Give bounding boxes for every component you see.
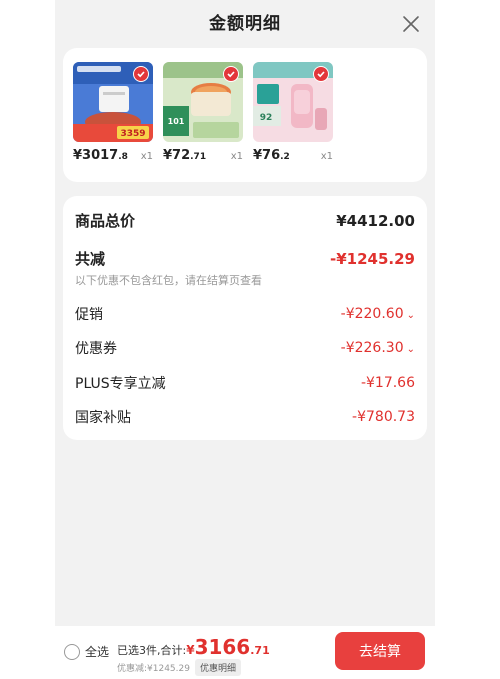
plus-discount-value: -¥17.66 (360, 375, 415, 391)
promo-value: -¥220.60 ⌄ (340, 306, 415, 322)
promo-row[interactable]: 促销 -¥220.60 ⌄ (75, 304, 415, 324)
price-summary-card: 商品总价 ¥4412.00 共减 -¥1245.29 以下优惠不包含红包，请在结… (63, 196, 427, 440)
goods-total-row: 商品总价 ¥4412.00 (75, 210, 415, 231)
product-quantity: x1 (230, 151, 243, 162)
discount-summary: 优惠减:¥1245.29 优惠明细 (117, 659, 241, 676)
product-thumbnail: 3359 (73, 62, 153, 142)
total-summary: 已选3件,合计: ¥ 3166 .71 (117, 635, 270, 659)
close-icon[interactable] (401, 14, 421, 34)
total-currency: ¥ (186, 643, 195, 657)
product-price: ¥72.71 (163, 148, 207, 163)
product-quantity: x1 (320, 151, 333, 162)
product-list-card: 3359 ¥3017.8 x1 101 ¥72.71 x1 92 ¥76.2 x… (63, 48, 427, 182)
reduction-note: 以下优惠不包含红包，请在结算页查看 (75, 274, 262, 287)
coupon-value: -¥226.30 ⌄ (340, 340, 415, 356)
select-all-toggle[interactable]: 全选 (64, 643, 109, 660)
amount-detail-sheet: 金额明细 3359 ¥3017.8 x1 101 ¥72.71 x1 92 ¥7… (55, 0, 435, 679)
total-reduction-value: -¥1245.29 (330, 249, 415, 268)
product-item[interactable]: 92 ¥76.2 x1 (253, 62, 333, 163)
chevron-down-icon: ⌄ (406, 344, 415, 355)
product-quantity: x1 (140, 151, 153, 162)
product-item[interactable]: 3359 ¥3017.8 x1 (73, 62, 153, 163)
checkout-button[interactable]: 去结算 (335, 632, 425, 670)
discount-text: 优惠减:¥1245.29 (117, 664, 190, 674)
product-thumbnail: 101 (163, 62, 243, 142)
goods-total-value: ¥4412.00 (336, 211, 415, 230)
subsidy-value: -¥780.73 (352, 409, 415, 425)
checked-icon[interactable] (313, 66, 329, 82)
goods-total-label: 商品总价 (75, 212, 136, 230)
plus-discount-row: PLUS专享立减 -¥17.66 (75, 373, 415, 393)
coupon-label: 优惠券 (75, 341, 117, 357)
total-amount-decimal: .71 (250, 644, 270, 657)
product-item[interactable]: 101 ¥72.71 x1 (163, 62, 243, 163)
coupon-row[interactable]: 优惠券 -¥226.30 ⌄ (75, 338, 415, 358)
discount-detail-link[interactable]: 优惠明细 (194, 659, 241, 676)
product-price: ¥3017.8 (73, 148, 128, 163)
thumb-price-tag: 92 (260, 113, 273, 123)
select-all-label: 全选 (85, 645, 110, 659)
subsidy-row: 国家补贴 -¥780.73 (75, 407, 415, 427)
product-thumbnail: 92 (253, 62, 333, 142)
product-price: ¥76.2 (253, 148, 290, 163)
selected-count-text: 已选3件,合计: (117, 644, 187, 657)
total-reduction-row: 共减 -¥1245.29 (75, 248, 415, 269)
checkout-bar: 全选 已选3件,合计: ¥ 3166 .71 优惠减:¥1245.29 优惠明细… (55, 626, 435, 679)
chevron-down-icon: ⌄ (406, 310, 415, 321)
checked-icon[interactable] (133, 66, 149, 82)
checked-icon[interactable] (223, 66, 239, 82)
promo-label: 促销 (75, 307, 103, 323)
sheet-title: 金额明细 (209, 14, 281, 34)
thumb-price-tag: 101 (168, 117, 185, 126)
plus-discount-label: PLUS专享立减 (75, 376, 166, 392)
subsidy-label: 国家补贴 (75, 410, 131, 426)
total-reduction-label: 共减 (75, 250, 106, 268)
thumb-price-tag: 3359 (120, 129, 145, 139)
radio-circle-icon[interactable] (64, 643, 80, 660)
sheet-header: 金额明细 (55, 0, 435, 48)
total-amount-integer: 3166 (194, 635, 251, 659)
